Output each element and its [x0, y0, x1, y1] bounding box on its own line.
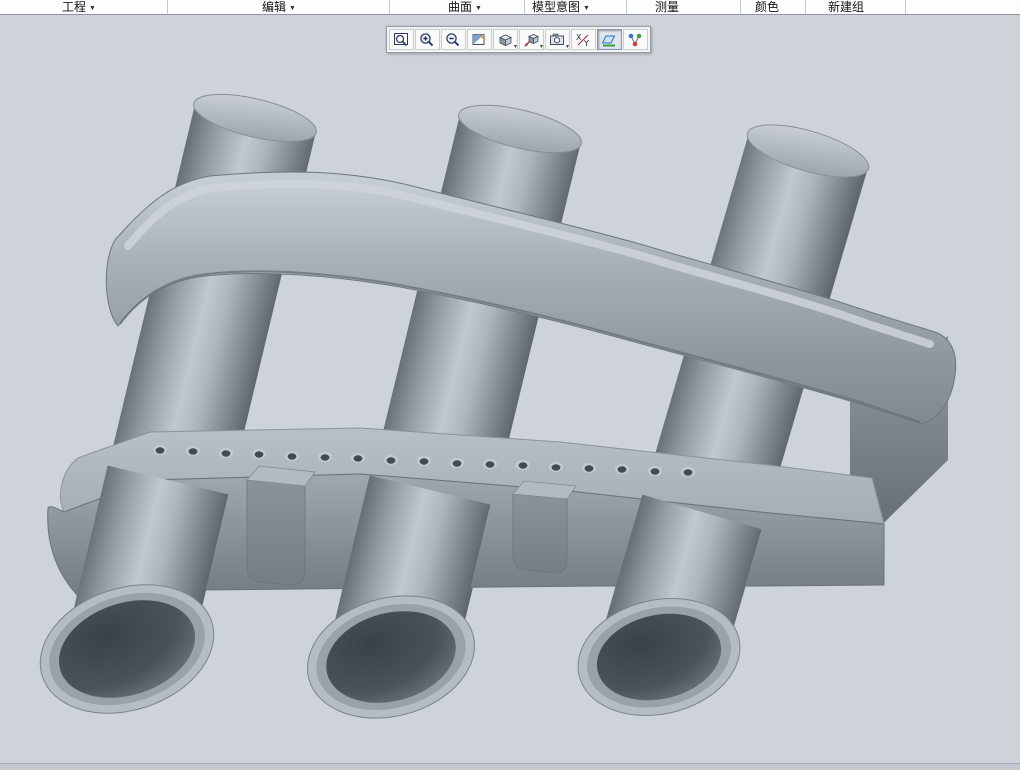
chevron-down-icon: ▼: [89, 5, 96, 12]
datum-tag-display-button[interactable]: X Y: [571, 29, 596, 50]
model-tree-graph-button[interactable]: [623, 29, 648, 50]
menubar-divider: [626, 0, 627, 14]
menu-model-intent[interactable]: 模型意图▼: [532, 0, 590, 14]
chevron-down-icon: ▾: [540, 44, 543, 50]
menubar-divider: [524, 0, 525, 14]
chevron-down-icon: ▼: [475, 5, 482, 12]
repaint-button[interactable]: [467, 29, 492, 50]
view-orientation-button[interactable]: ▾: [519, 29, 544, 50]
menubar-divider: [167, 0, 168, 14]
menubar-divider: [740, 0, 741, 14]
view-orientation-icon: [523, 32, 540, 48]
menu-surface[interactable]: 曲面▼: [448, 0, 482, 14]
zoom-in-button[interactable]: [415, 29, 440, 50]
datum-display-toggle-button[interactable]: [597, 29, 622, 50]
menu-measure[interactable]: 测量: [655, 0, 679, 14]
app-window: 工程▼ 编辑▼ 曲面▼ 模型意图▼ 测量 颜色 新建组: [0, 0, 1020, 770]
chevron-down-icon: ▾: [566, 44, 569, 50]
tab-left: [247, 466, 315, 585]
repaint-icon: [471, 32, 488, 48]
menu-edit[interactable]: 编辑▼: [262, 0, 296, 14]
chevron-down-icon: ▼: [583, 5, 590, 12]
saved-views-icon: [549, 32, 566, 48]
window-bottom-edge: [0, 763, 1020, 770]
svg-text:Y: Y: [583, 39, 589, 48]
chevron-down-icon: ▾: [514, 44, 517, 50]
datum-tag-display-icon: X Y: [575, 32, 592, 48]
zoom-window-button[interactable]: [389, 29, 414, 50]
datum-display-toggle-icon: [601, 32, 618, 48]
view-toolbar: ▾ ▾ ▾ X Y: [386, 26, 651, 53]
menubar-divider: [805, 0, 806, 14]
zoom-in-icon: [419, 32, 436, 48]
model-tree-graph-icon: [627, 32, 644, 48]
menu-new-group[interactable]: 新建组: [828, 0, 864, 14]
svg-text:X: X: [576, 33, 582, 42]
chevron-down-icon: ▼: [289, 5, 296, 12]
menubar-divider: [905, 0, 906, 14]
zoom-window-icon: [393, 32, 410, 48]
menu-engineering[interactable]: 工程▼: [62, 0, 96, 14]
tab-right: [513, 481, 576, 573]
menubar: 工程▼ 编辑▼ 曲面▼ 模型意图▼ 测量 颜色 新建组: [0, 0, 1020, 15]
menu-color[interactable]: 颜色: [755, 0, 779, 14]
zoom-out-icon: [445, 32, 462, 48]
viewport-3d[interactable]: [0, 0, 1020, 770]
zoom-out-button[interactable]: [441, 29, 466, 50]
shaded-view-icon: [497, 32, 514, 48]
menubar-divider: [389, 0, 390, 14]
shaded-view-button[interactable]: ▾: [493, 29, 518, 50]
saved-views-button[interactable]: ▾: [545, 29, 570, 50]
